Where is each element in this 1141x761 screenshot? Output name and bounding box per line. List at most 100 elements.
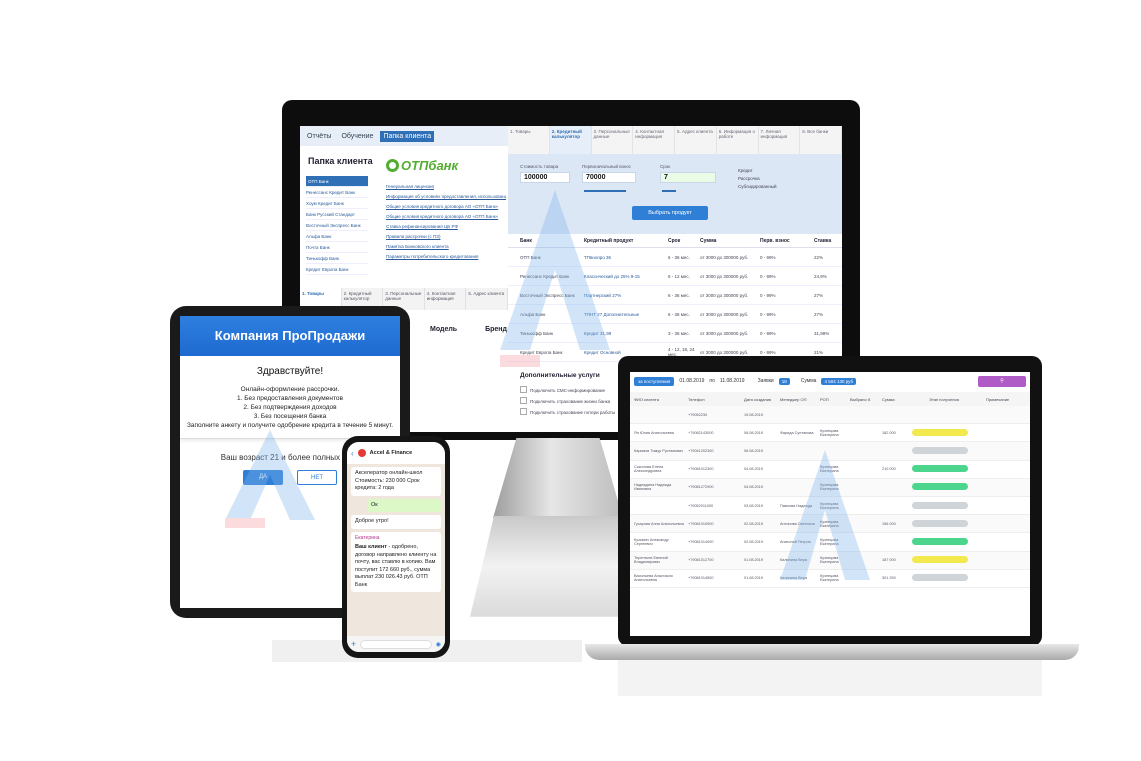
stage-chip[interactable] — [912, 556, 968, 564]
price-input[interactable]: 100000 — [520, 172, 570, 183]
table-row[interactable]: ОТП Банк ТПвнопро 36 6 - 36 мес. от 3000… — [508, 248, 842, 267]
cell-product[interactable]: Кредит Основной — [584, 350, 668, 355]
document-link[interactable]: Ставка рефинансирования ЦБ РФ — [386, 222, 506, 232]
term-input[interactable]: 7 — [660, 172, 716, 183]
bank-item[interactable]: Почта Банк — [306, 242, 368, 253]
table-row[interactable]: +79052230 19.08.2019 — [630, 406, 1030, 425]
bank-item[interactable]: Банк Русский Стандарт — [306, 209, 368, 220]
attach-icon[interactable]: + — [351, 639, 356, 649]
col-bank: Банк — [520, 237, 532, 244]
bank-item[interactable]: Альфа Банк — [306, 231, 368, 242]
extra-service-checkbox[interactable]: Подключить страхование жизни банка — [520, 397, 615, 408]
stage-chip[interactable] — [912, 446, 968, 454]
step-tab[interactable]: 5. Адрес клиента — [675, 126, 717, 154]
table-row[interactable]: Соколова Елена Александровна +79081012300… — [630, 461, 1030, 479]
extra-services-title: Дополнительные услуги — [520, 372, 600, 379]
cell-product[interactable]: ТПНТ 27 Дополнительные — [584, 312, 668, 317]
date-to[interactable]: 11.08.2019 — [720, 378, 745, 384]
cell-term: 6 - 36 мес. — [668, 292, 690, 298]
document-link[interactable]: Правила рассрочки (с ПЗ) — [386, 232, 506, 242]
table-row[interactable]: Надеждина Надежда Ивановна +79081272900 04… — [630, 478, 1030, 497]
otp-logo: ОТПбанк — [386, 158, 458, 173]
table-row[interactable]: Кузьмин Александр Сергеевич +79081014000 0… — [630, 533, 1030, 552]
document-link[interactable]: Общие условия кредитного договора АО «ОТ… — [386, 202, 506, 212]
step-tabs: 1. Товары 2. Кредитный калькулятор 3. Пе… — [508, 126, 842, 154]
folder-title: Папка клиента — [308, 156, 373, 166]
bank-item[interactable]: Ренессанс Кредит Банк — [306, 187, 368, 198]
table-row[interactable]: Гусарова Анна Анатольевна +79081010900 02.… — [630, 515, 1030, 534]
stage-chip[interactable] — [912, 483, 968, 491]
table-row[interactable]: Каримов Тимур Рустамович +79041202300 06.0… — [630, 442, 1030, 461]
camera-icon[interactable]: ◉ — [436, 641, 441, 648]
col-chosen: Выбрано б. — [850, 396, 872, 402]
radio-credit[interactable]: Кредит — [738, 168, 753, 173]
document-link[interactable]: Параметры потребительского кредитования — [386, 252, 506, 262]
document-link[interactable]: Памятка Банковского клиента — [386, 242, 506, 252]
document-link[interactable]: Генеральная лицензия — [386, 182, 506, 192]
radio-subsidized[interactable]: Субсидированный — [738, 184, 777, 189]
stage-chip[interactable] — [912, 465, 968, 473]
tab-contacts[interactable]: 4. Контактная информация — [425, 288, 467, 310]
table-row[interactable]: Тинькофф Банк Кредит 31,99 3 - 36 мес. о… — [508, 324, 842, 343]
stage-chip[interactable] — [912, 519, 968, 527]
step-tab[interactable]: 6. Информация о работе — [717, 126, 759, 154]
cell-product[interactable]: Партнерский 27% — [584, 293, 668, 298]
document-link[interactable]: Информация об условиях предоставления, и… — [386, 192, 506, 202]
pick-product-button[interactable]: Выбрать продукт — [632, 206, 708, 220]
cell-product[interactable]: Кредит 31,99 — [584, 331, 668, 336]
table-cell: 01.08.2019 — [744, 576, 764, 581]
no-button[interactable]: НЕТ — [297, 470, 337, 485]
bank-item[interactable]: Тинькофф Банк — [306, 253, 368, 264]
filter-button[interactable]: ⚲ — [978, 375, 1026, 387]
step-tab[interactable]: 1. Товары — [508, 126, 550, 154]
period-button[interactable]: за поступления — [634, 376, 675, 386]
stage-chip[interactable] — [912, 428, 968, 436]
bank-item[interactable]: Хоум Кредит Банк — [306, 198, 368, 209]
extra-service-checkbox[interactable]: Подключить СМС-информирование — [520, 386, 615, 397]
cell-bank: Кредит Европа Банк — [520, 349, 563, 355]
stage-cell — [902, 537, 986, 546]
table-row[interactable]: Терентьев Евгений Владимирович +790810127… — [630, 551, 1030, 570]
chat-message: Акселератор онлайн-школ Стоимость: 230 0… — [351, 467, 441, 496]
document-link[interactable]: Общие условия кредитного договора АО «ОТ… — [386, 212, 506, 222]
step-tab[interactable]: 8. Все банки — [800, 126, 842, 154]
table-row[interactable]: Ян Юлия Анатольевна +79082143000 06.08.201… — [630, 424, 1030, 443]
table-cell: Кузнецова Екатерина — [820, 574, 839, 583]
step-tab[interactable]: 7. Личная информация — [759, 126, 801, 154]
table-row[interactable]: Васильева Анастасия Анатольевна +79081014… — [630, 570, 1030, 588]
table-row[interactable]: Ренессанс Кредит Банк Классический до 25… — [508, 267, 842, 286]
phone: ‹ Accel & Finance Акселератор онлайн-шко… — [342, 436, 450, 658]
extra-service-checkbox[interactable]: Подключить страхование потери работы — [520, 408, 615, 419]
down-payment-slider[interactable] — [584, 190, 626, 192]
date-sep: по — [709, 378, 715, 384]
nav-reports[interactable]: Отчёты — [304, 131, 334, 142]
table-cell: 301 250 — [882, 576, 896, 581]
cell-product[interactable]: ТПвнопро 36 — [584, 255, 668, 260]
table-row[interactable]: +79052011000 03.08.2019 Павлова Надежда Куз… — [630, 497, 1030, 516]
yes-button[interactable]: ДА — [243, 470, 283, 485]
table-row[interactable]: Восточный Экспресс Банк Партнерский 27% … — [508, 286, 842, 305]
info-line: Заполните анкету и получите одобрение кр… — [186, 422, 394, 429]
bank-item[interactable]: Восточный Экспресс Банк — [306, 220, 368, 231]
down-payment-input[interactable]: 70000 — [582, 172, 636, 183]
back-icon[interactable]: ‹ — [351, 449, 354, 458]
step-tab[interactable]: 4. Контактная информация — [633, 126, 675, 154]
stage-cell — [902, 519, 986, 528]
message-input[interactable] — [360, 639, 432, 649]
bank-item[interactable]: ОТП Банк — [306, 176, 368, 187]
date-from[interactable]: 01.08.2019 — [679, 378, 704, 384]
bank-item[interactable]: Кредит Европа Банк — [306, 264, 368, 275]
radio-installment[interactable]: Рассрочка — [738, 176, 760, 181]
tab-address[interactable]: 5. Адрес клиента — [466, 288, 508, 310]
term-slider[interactable] — [662, 190, 676, 192]
stage-chip[interactable] — [912, 537, 968, 545]
stage-chip[interactable] — [912, 574, 968, 582]
table-row[interactable]: Альфа Банк ТПНТ 27 Дополнительные 6 - 36… — [508, 305, 842, 324]
step-tab[interactable]: 2. Кредитный калькулятор — [549, 126, 592, 154]
nav-client-folder[interactable]: Папка клиента — [380, 130, 435, 142]
step-tab[interactable]: 3. Персональные данные — [592, 126, 634, 154]
nav-training[interactable]: Обучение — [338, 131, 376, 142]
laptop-screen: за поступления 01.08.2019 по 11.08.2019 … — [630, 372, 1030, 636]
cell-product[interactable]: Классический до 25% 9-15 — [584, 274, 668, 279]
stage-chip[interactable] — [912, 501, 968, 509]
